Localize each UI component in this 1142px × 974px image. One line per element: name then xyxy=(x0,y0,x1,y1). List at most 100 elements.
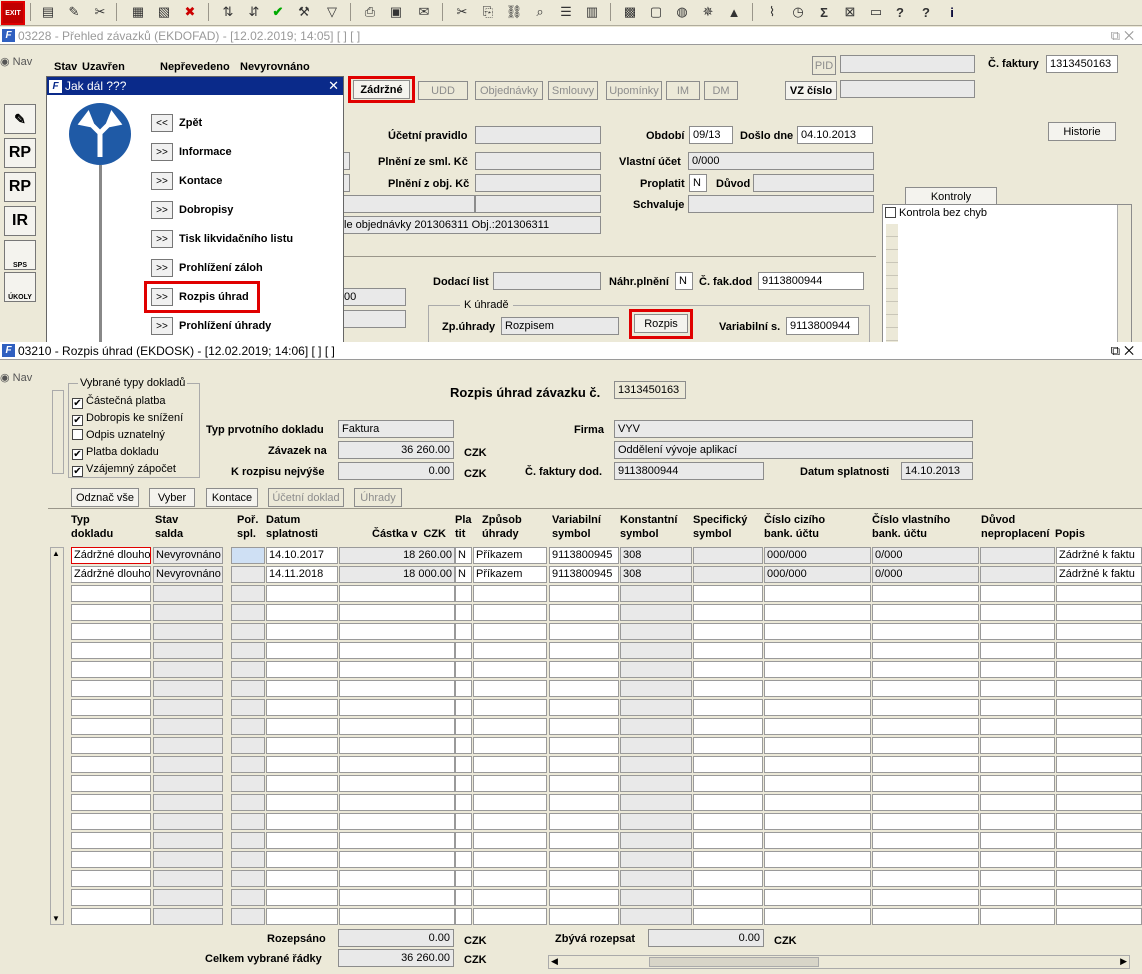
zp-uhrady-field[interactable]: Rozpisem xyxy=(501,317,619,335)
grid-cell-popis[interactable] xyxy=(1056,889,1142,906)
grid-cell-castka[interactable] xyxy=(339,832,455,849)
forward-button[interactable]: >> xyxy=(151,201,173,219)
grid-cell-por[interactable] xyxy=(231,699,265,716)
grid-cell-por[interactable] xyxy=(231,547,265,564)
grid-cell-duvod[interactable] xyxy=(980,547,1055,564)
grid-cell-konstantni[interactable] xyxy=(620,718,692,735)
tab-im[interactable]: IM xyxy=(666,81,700,100)
grid-cell-stav[interactable] xyxy=(153,832,223,849)
grid-cell-castka[interactable] xyxy=(339,889,455,906)
grid-icon[interactable]: ▥ xyxy=(582,2,602,22)
grid-cell-specificky[interactable] xyxy=(693,870,763,887)
grid-cell-konstantni[interactable] xyxy=(620,889,692,906)
grid-cell-vlastni-ucet[interactable] xyxy=(872,661,979,678)
nav-label[interactable]: ◉ Nav xyxy=(0,55,32,68)
grid-cell-por[interactable] xyxy=(231,889,265,906)
grid-cell-por[interactable] xyxy=(231,604,265,621)
grid-horizontal-scrollbar[interactable]: ◀ ▶ xyxy=(548,955,1130,969)
help-icon[interactable]: ? xyxy=(890,2,910,22)
scroll-right-icon[interactable]: ▶ xyxy=(1120,956,1127,967)
grid-cell-por[interactable] xyxy=(231,680,265,697)
grid-cell-konstantni[interactable] xyxy=(620,661,692,678)
partial-field[interactable] xyxy=(340,310,406,328)
grid-cell-datum[interactable] xyxy=(266,623,338,640)
grid-cell-platit[interactable] xyxy=(455,813,472,830)
grid-cell-typ[interactable]: Zádržné dlouho xyxy=(71,547,151,564)
grid-cell-zpusob[interactable]: Příkazem xyxy=(473,547,547,564)
grid-cell-variabilni[interactable]: 9113800945 xyxy=(549,566,619,583)
grid-cell-datum[interactable] xyxy=(266,794,338,811)
forward-button[interactable]: >> xyxy=(151,143,173,161)
tab-upominky[interactable]: Upomínky xyxy=(606,81,662,100)
grid-cell-typ[interactable] xyxy=(71,775,151,792)
grid-cell-por[interactable] xyxy=(231,623,265,640)
scroll-up-icon[interactable]: ▲ xyxy=(52,549,60,558)
grid-cell-platit[interactable] xyxy=(455,775,472,792)
grid-cell-platit[interactable] xyxy=(455,794,472,811)
grid-cell-datum[interactable] xyxy=(266,680,338,697)
firma-name-field[interactable]: Oddělení vývoje aplikací xyxy=(614,441,973,459)
grid-cell-popis[interactable] xyxy=(1056,680,1142,697)
grid-cell-castka[interactable] xyxy=(339,756,455,773)
grid-cell-variabilni[interactable] xyxy=(549,813,619,830)
kontrola-item[interactable]: Kontrola bez chyb xyxy=(885,207,987,219)
vlastni-ucet-field[interactable]: 0/000 xyxy=(688,152,874,170)
grid-cell-popis[interactable]: Zádržné k faktu xyxy=(1056,547,1142,564)
variabilni-field[interactable]: 9113800944 xyxy=(786,317,859,335)
grid-cell-zpusob[interactable] xyxy=(473,756,547,773)
grid-cell-datum[interactable] xyxy=(266,699,338,716)
grid-cell-specificky[interactable] xyxy=(693,566,763,583)
grid-cell-datum[interactable] xyxy=(266,718,338,735)
grid-cell-castka[interactable]: 18 000.00 xyxy=(339,566,455,583)
grid-cell-platit[interactable]: N xyxy=(455,566,472,583)
grid-cell-vlastni-ucet[interactable] xyxy=(872,737,979,754)
grid-cell-castka[interactable] xyxy=(339,794,455,811)
grid-cell-stav[interactable] xyxy=(153,813,223,830)
grid-cell-datum[interactable] xyxy=(266,775,338,792)
grid-cell-datum[interactable] xyxy=(266,908,338,925)
grid-cell-vlastni-ucet[interactable] xyxy=(872,680,979,697)
datum-splatnosti-field[interactable]: 14.10.2013 xyxy=(901,462,973,480)
proplatit-field[interactable]: N xyxy=(689,174,707,192)
edit-document-icon[interactable]: ✎ xyxy=(4,104,36,134)
wheel-icon[interactable]: ✵ xyxy=(698,2,718,22)
grid-cell-stav[interactable] xyxy=(153,794,223,811)
tab-smlouvy[interactable]: Smlouvy xyxy=(548,81,598,100)
rozepsano-field[interactable]: 0.00 xyxy=(338,929,454,947)
grid-cell-typ[interactable] xyxy=(71,889,151,906)
grid-cell-platit[interactable] xyxy=(455,851,472,868)
grid-cell-popis[interactable] xyxy=(1056,851,1142,868)
grid-cell-castka[interactable]: 18 260.00 xyxy=(339,547,455,564)
grid-cell-typ[interactable] xyxy=(71,661,151,678)
grid-cell-vlastni-ucet[interactable] xyxy=(872,832,979,849)
grid-cell-typ[interactable] xyxy=(71,832,151,849)
grid-cell-duvod[interactable] xyxy=(980,851,1055,868)
scroll-down-icon[interactable]: ▼ xyxy=(52,914,60,923)
grid-cell-zpusob[interactable] xyxy=(473,908,547,925)
grid-cell-stav[interactable] xyxy=(153,585,223,602)
grid-cell-zpusob[interactable] xyxy=(473,889,547,906)
grid-cell-typ[interactable] xyxy=(71,718,151,735)
grid-cell-vlastni-ucet[interactable] xyxy=(872,585,979,602)
grid-cell-por[interactable] xyxy=(231,642,265,659)
grid-cell-zpusob[interactable] xyxy=(473,851,547,868)
pid-button[interactable]: PID xyxy=(812,56,836,75)
grid-cell-cizi-ucet[interactable] xyxy=(764,889,871,906)
note-icon[interactable]: ▭ xyxy=(866,2,886,22)
grid-cell-cizi-ucet[interactable] xyxy=(764,680,871,697)
grid-cell-popis[interactable] xyxy=(1056,642,1142,659)
grid-cell-platit[interactable] xyxy=(455,908,472,925)
sort-desc-icon[interactable]: ⇵ xyxy=(244,2,264,22)
grid-cell-stav[interactable] xyxy=(153,737,223,754)
kontace-button[interactable]: Kontace xyxy=(206,488,258,507)
grid-cell-konstantni[interactable] xyxy=(620,832,692,849)
grid-cell-konstantni[interactable]: 308 xyxy=(620,547,692,564)
scroll-thumb[interactable] xyxy=(649,957,819,967)
grid-cell-typ[interactable] xyxy=(71,794,151,811)
typ-field[interactable]: Faktura xyxy=(338,420,454,438)
grid-cell-cizi-ucet[interactable] xyxy=(764,813,871,830)
grid-cell-zpusob[interactable] xyxy=(473,699,547,716)
tab-dm[interactable]: DM xyxy=(704,81,738,100)
grid-cell-duvod[interactable] xyxy=(980,775,1055,792)
tab-objednavky[interactable]: Objednávky xyxy=(475,81,543,100)
